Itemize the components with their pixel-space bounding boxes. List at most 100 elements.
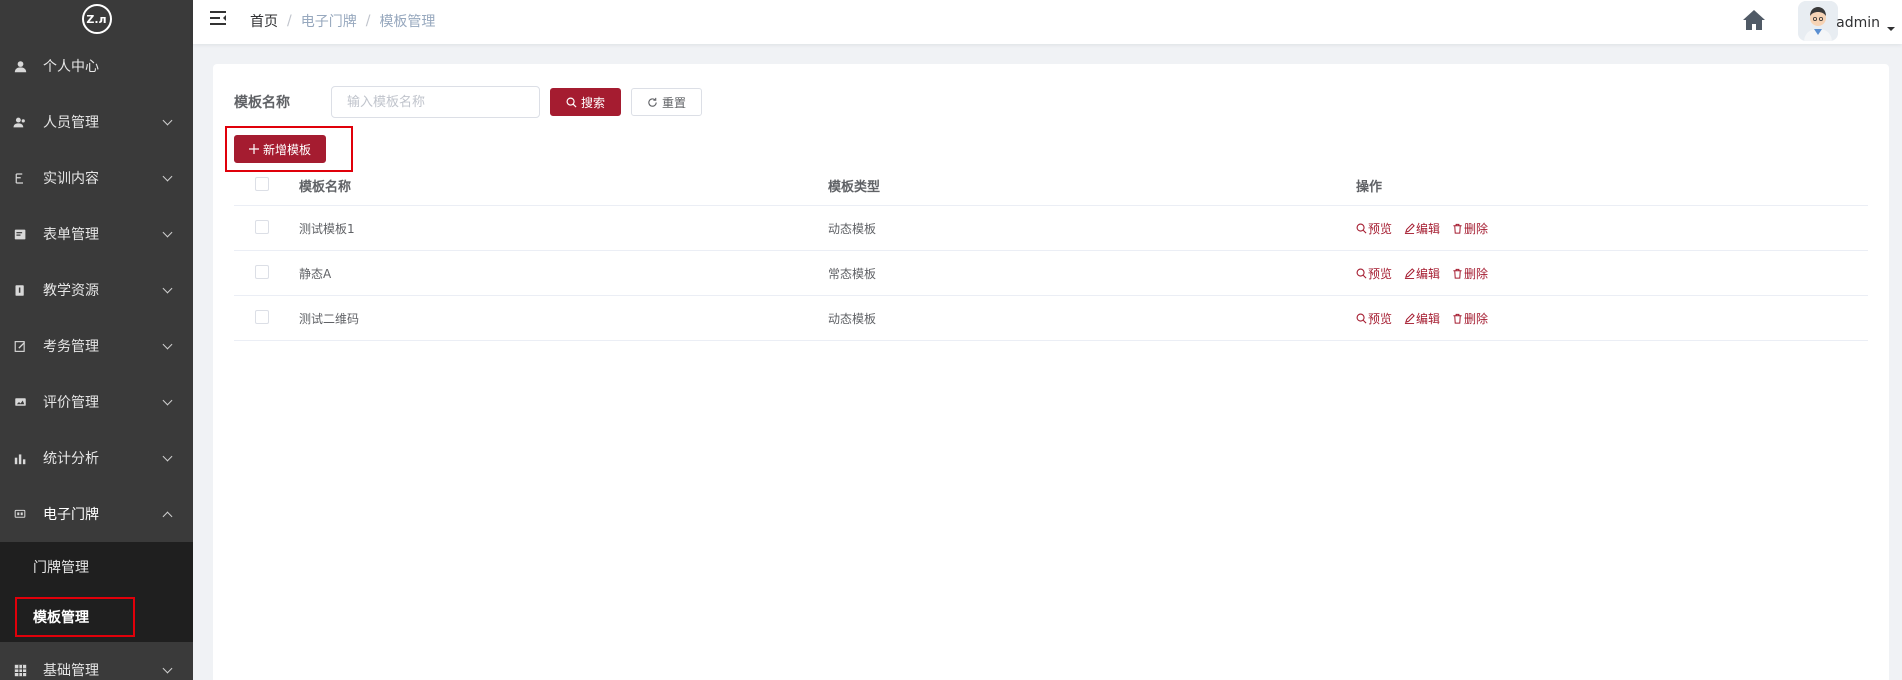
preview-button[interactable]: 预览 xyxy=(1356,220,1392,237)
cell-template-type: 动态模板 xyxy=(828,221,877,236)
sidebar-subitem-doorplate-management[interactable]: 门牌管理 xyxy=(0,542,193,592)
form-icon xyxy=(13,227,27,241)
sidebar-item-training-content[interactable]: 实训内容 xyxy=(0,150,193,206)
sidebar-item-evaluation[interactable]: 评价管理 xyxy=(0,374,193,430)
exam-icon xyxy=(13,339,27,353)
trash-icon xyxy=(1453,223,1462,234)
search-label: 模板名称 xyxy=(234,95,290,111)
sidebar-item-personnel[interactable]: 人员管理 xyxy=(0,94,193,150)
preview-button[interactable]: 预览 xyxy=(1356,310,1392,327)
chevron-down-icon xyxy=(162,451,173,462)
sidebar-item-label: 评价管理 xyxy=(43,395,99,411)
column-header-type: 模板类型 xyxy=(828,180,881,195)
edit-button[interactable]: 编辑 xyxy=(1404,265,1440,282)
breadcrumb-electronic-doorplate: 电子门牌 xyxy=(300,14,357,30)
main-panel: 模板名称 搜索 重置 新增模板 模板名称 模板类型 操作 xyxy=(213,64,1889,680)
delete-button[interactable]: 删除 xyxy=(1452,310,1488,327)
table-row: 测试二维码 动态模板 预览 编辑 删除 xyxy=(234,296,1868,341)
sidebar-item-teaching-resources[interactable]: 教学资源 xyxy=(0,262,193,318)
user-icon xyxy=(13,59,27,73)
sidebar: Z.л 个人中心 人员管理 实训内容 表单管理 教学资源 考务管理 评价管理 统… xyxy=(0,0,193,680)
evaluation-icon xyxy=(13,395,27,409)
home-icon[interactable] xyxy=(1742,9,1766,31)
sidebar-item-label: 基础管理 xyxy=(43,663,99,679)
cell-template-name: 测试二维码 xyxy=(299,311,360,326)
breadcrumb-template-management: 模板管理 xyxy=(379,14,436,30)
content-icon xyxy=(13,171,27,185)
username[interactable]: admin xyxy=(1836,15,1880,31)
sidebar-item-basic-management[interactable]: 基础管理 xyxy=(0,642,193,680)
sidebar-item-label: 教学资源 xyxy=(43,283,99,299)
row-checkbox[interactable] xyxy=(255,309,269,324)
refresh-icon xyxy=(647,97,658,108)
people-icon xyxy=(13,115,27,129)
search-icon xyxy=(1356,223,1367,233)
edit-icon xyxy=(1404,222,1415,234)
sidebar-item-label: 统计分析 xyxy=(43,451,99,467)
sidebar-item-form-management[interactable]: 表单管理 xyxy=(0,206,193,262)
cell-template-type: 动态模板 xyxy=(828,311,877,326)
sidebar-subitem-template-management[interactable]: 模板管理 xyxy=(0,592,193,642)
column-header-actions: 操作 xyxy=(1356,180,1383,195)
reset-button[interactable]: 重置 xyxy=(631,88,703,116)
plus-icon xyxy=(249,144,259,154)
sidebar-item-label: 电子门牌 xyxy=(43,507,99,523)
avatar[interactable] xyxy=(1798,1,1838,41)
breadcrumb-home[interactable]: 首页 xyxy=(250,11,278,31)
sidebar-item-label: 考务管理 xyxy=(43,339,99,355)
table-header: 模板名称 模板类型 操作 xyxy=(234,166,1868,206)
top-header: 首页 / 电子门牌 / 模板管理 admin xyxy=(193,0,1902,44)
row-checkbox[interactable] xyxy=(255,264,269,279)
row-checkbox[interactable] xyxy=(255,219,269,234)
cell-template-name: 静态A xyxy=(299,266,332,281)
add-template-button[interactable]: 新增模板 xyxy=(234,135,327,163)
search-icon xyxy=(566,97,577,108)
cell-template-type: 常态模板 xyxy=(828,266,877,281)
logo-mark: Z.л xyxy=(81,4,112,34)
sidebar-item-label: 实训内容 xyxy=(43,171,99,187)
edit-icon xyxy=(1404,312,1415,324)
sidebar-item-electronic-doorplate[interactable]: 电子门牌 xyxy=(0,486,193,542)
edit-icon xyxy=(1404,267,1415,279)
hamburger-icon[interactable] xyxy=(210,11,226,25)
search-icon xyxy=(1356,268,1367,278)
chart-icon xyxy=(13,451,27,465)
trash-icon xyxy=(1453,268,1462,279)
sidebar-item-personal-center[interactable]: 个人中心 xyxy=(0,38,193,94)
caret-down-icon[interactable] xyxy=(1887,27,1895,31)
delete-button[interactable]: 删除 xyxy=(1452,220,1488,237)
sidebar-item-exam-affairs[interactable]: 考务管理 xyxy=(0,318,193,374)
highlight-box xyxy=(15,597,135,637)
sidebar-item-label: 人员管理 xyxy=(43,115,99,131)
chevron-down-icon xyxy=(162,283,173,294)
cell-template-name: 测试模板1 xyxy=(299,221,355,236)
edit-button[interactable]: 编辑 xyxy=(1404,220,1440,237)
breadcrumb: 首页 / 电子门牌 / 模板管理 xyxy=(250,11,436,31)
chevron-down-icon xyxy=(162,171,173,182)
search-icon xyxy=(1356,313,1367,323)
edit-button[interactable]: 编辑 xyxy=(1404,310,1440,327)
sidebar-item-statistics[interactable]: 统计分析 xyxy=(0,430,193,486)
search-form: 模板名称 搜索 重置 xyxy=(234,86,703,118)
search-button[interactable]: 搜索 xyxy=(550,88,622,116)
chevron-down-icon xyxy=(162,115,173,126)
chevron-up-icon xyxy=(162,511,173,522)
screen-icon xyxy=(13,507,27,521)
column-header-name: 模板名称 xyxy=(299,180,352,195)
table-row: 测试模板1 动态模板 预览 编辑 删除 xyxy=(234,206,1868,251)
delete-button[interactable]: 删除 xyxy=(1452,265,1488,282)
chevron-down-icon xyxy=(162,395,173,406)
table-row: 静态A 常态模板 预览 编辑 删除 xyxy=(234,251,1868,296)
sidebar-item-label: 门牌管理 xyxy=(33,560,89,576)
grid-icon xyxy=(13,663,27,677)
select-all-checkbox[interactable] xyxy=(255,176,269,191)
chevron-down-icon xyxy=(162,663,173,674)
preview-button[interactable]: 预览 xyxy=(1356,265,1392,282)
template-name-input[interactable] xyxy=(331,86,540,118)
sidebar-item-label: 个人中心 xyxy=(43,59,99,75)
resource-icon xyxy=(13,283,27,297)
sidebar-item-label: 表单管理 xyxy=(43,227,99,243)
logo: Z.л xyxy=(0,0,193,38)
chevron-down-icon xyxy=(162,227,173,238)
submenu-electronic-doorplate: 门牌管理 模板管理 xyxy=(0,542,193,642)
